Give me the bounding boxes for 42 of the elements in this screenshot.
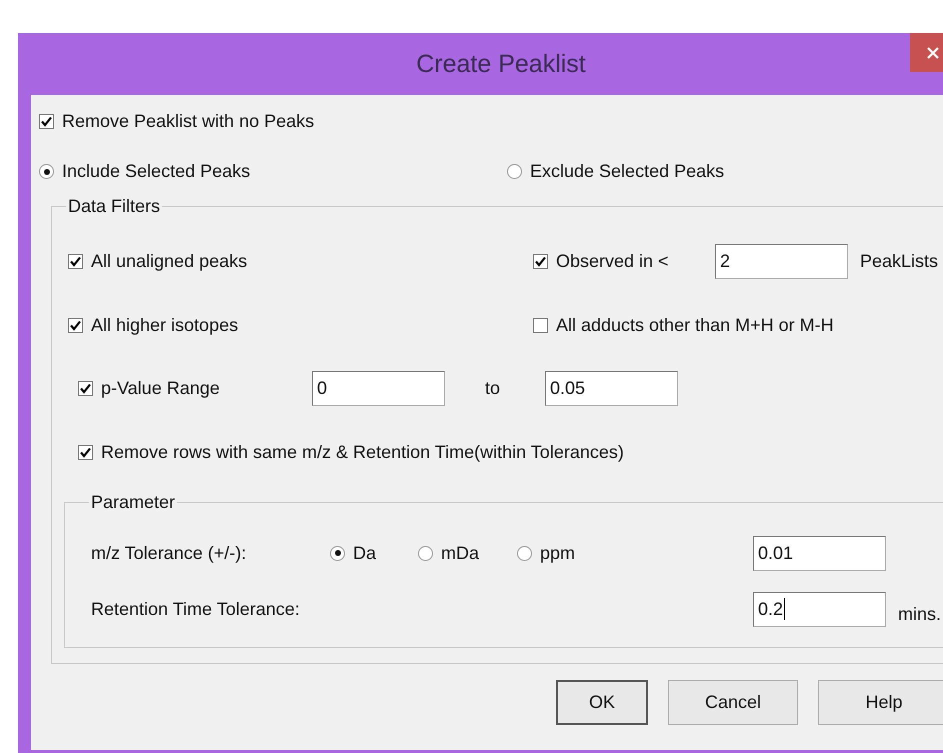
checkbox-label: All unaligned peaks — [91, 250, 248, 272]
radio-button[interactable] — [507, 164, 522, 179]
radio-button[interactable] — [418, 546, 433, 560]
radio-label: Da — [353, 542, 376, 564]
range-label: to — [484, 378, 502, 398]
checkbox[interactable] — [39, 114, 54, 129]
group-title: Data Filters — [67, 196, 162, 217]
checkbox-label: Remove rows with same m/z & Retention Time(within Tolerances) — [101, 442, 624, 462]
group-title: Parameter — [90, 492, 176, 513]
radio-label: ppm — [540, 542, 576, 564]
text-field[interactable]: 2 — [715, 244, 848, 278]
checkbox-label: Observed in < — [556, 250, 669, 272]
checkbox[interactable] — [533, 318, 548, 332]
checkbox-label: Remove Peaklist with no Peaks — [62, 111, 314, 132]
dialog-button[interactable]: Cancel — [668, 680, 798, 725]
checkbox[interactable] — [68, 254, 83, 268]
close-icon — [926, 46, 940, 60]
checkbox-label: All adducts other than M+H or M-H — [556, 314, 834, 336]
radio-button[interactable] — [330, 546, 345, 560]
dialog-button[interactable]: OK — [556, 680, 648, 725]
radio-label: Include Selected Peaks — [62, 161, 250, 182]
field-label: m/z Tolerance (+/-): — [91, 542, 248, 564]
dialog-button[interactable]: Help — [818, 680, 943, 725]
text-field[interactable]: 0.01 — [753, 536, 886, 570]
radio-button[interactable] — [517, 546, 532, 560]
checkbox[interactable] — [533, 254, 548, 268]
text-field[interactable]: 0.2 — [753, 592, 886, 626]
radio-label: mDa — [441, 542, 480, 564]
checkbox[interactable] — [78, 380, 93, 396]
field-label: Retention Time Tolerance: — [91, 598, 301, 620]
unit-label: PeakLists — [860, 250, 938, 272]
checkbox[interactable] — [68, 318, 83, 332]
close-button[interactable] — [910, 33, 943, 72]
checkbox-label: All higher isotopes — [91, 314, 238, 336]
checkbox[interactable] — [78, 444, 93, 460]
radio-label: Exclude Selected Peaks — [530, 161, 724, 182]
unit-label: mins. — [898, 604, 942, 624]
checkbox-label: p-Value Range — [101, 378, 220, 398]
radio-button[interactable] — [39, 164, 54, 179]
window-title: Create Peaklist — [416, 50, 586, 78]
text-field[interactable]: 0 — [312, 370, 445, 406]
text-field[interactable]: 0.05 — [545, 370, 678, 406]
